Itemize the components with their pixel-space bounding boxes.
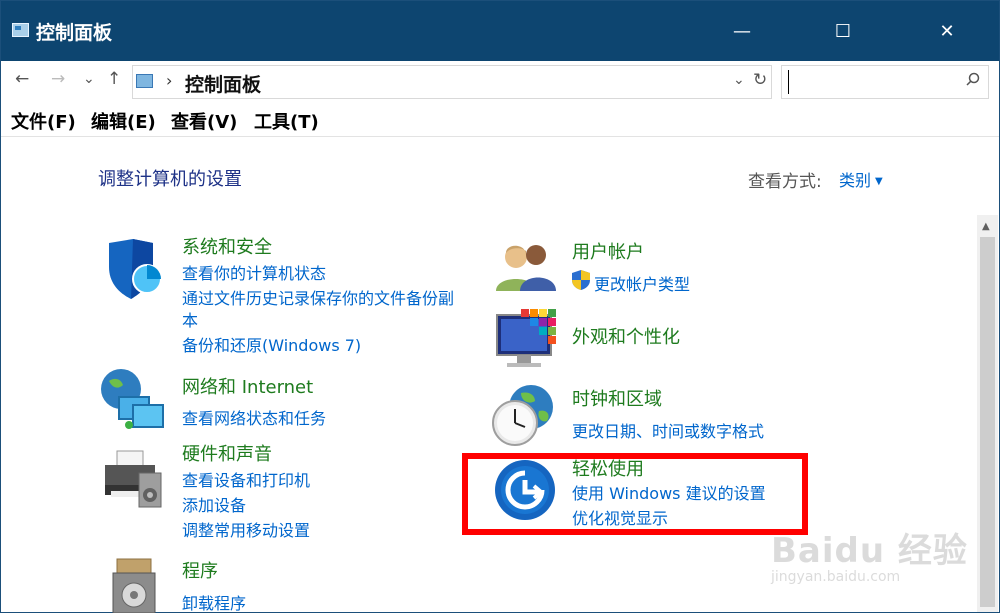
category-system-security[interactable]: 系统和安全 <box>182 233 272 259</box>
category-user-accounts[interactable]: 用户帐户 <box>572 238 644 264</box>
printer-icon[interactable] <box>101 447 165 511</box>
link-change-account-type[interactable]: 更改帐户类型 <box>594 271 690 295</box>
scrollbar-thumb[interactable] <box>980 237 995 607</box>
shield-icon[interactable] <box>101 237 165 301</box>
highlight-box <box>462 453 808 535</box>
control-panel-window: 控制面板 — ☐ ✕ ← → ⌄ ↑ › 控制面板 ⌄ ↻ 文件(F) 编辑(E… <box>0 0 1000 613</box>
link-file-history-backup[interactable]: 通过文件历史记录保存你的文件备份副 <box>182 285 454 309</box>
link-view-computer-status[interactable]: 查看你的计算机状态 <box>182 260 326 284</box>
menu-edit[interactable]: 编辑(E) <box>91 108 156 134</box>
link-file-history-backup-wrap[interactable]: 本 <box>182 307 198 331</box>
minimize-button[interactable]: — <box>716 1 768 61</box>
view-by-value: 类别 <box>839 171 872 190</box>
search-icon[interactable] <box>966 72 980 86</box>
window-title: 控制面板 <box>36 22 113 44</box>
category-clock-region[interactable]: 时钟和区域 <box>572 385 662 411</box>
search-box[interactable] <box>781 65 989 99</box>
refresh-button[interactable]: ↻ <box>753 70 767 90</box>
category-programs[interactable]: 程序 <box>182 557 218 583</box>
page-heading: 调整计算机的设置 <box>98 169 242 190</box>
programs-icon[interactable] <box>107 557 161 613</box>
watermark-url: jingyan.baidu.com <box>771 569 901 585</box>
link-uninstall-program[interactable]: 卸载程序 <box>182 590 246 613</box>
vertical-scrollbar[interactable]: ▲ <box>977 215 998 612</box>
link-mobility-settings[interactable]: 调整常用移动设置 <box>182 517 310 541</box>
breadcrumb-separator[interactable]: › <box>166 71 172 90</box>
link-devices-printers[interactable]: 查看设备和打印机 <box>182 467 310 491</box>
up-button[interactable]: ↑ <box>107 69 121 89</box>
address-bar[interactable]: › 控制面板 ⌄ ↻ <box>132 65 772 99</box>
watermark-text: Baidu 经验 <box>771 531 968 571</box>
category-hardware-sound[interactable]: 硬件和声音 <box>182 440 272 466</box>
view-by-label: 查看方式: <box>748 172 822 192</box>
clock-globe-icon[interactable] <box>491 383 557 447</box>
address-dropdown-button[interactable]: ⌄ <box>733 72 745 88</box>
link-network-status[interactable]: 查看网络状态和任务 <box>182 405 326 429</box>
view-by-dropdown[interactable]: 类别 ▼ <box>839 167 883 191</box>
maximize-button[interactable]: ☐ <box>817 1 869 61</box>
forward-button[interactable]: → <box>51 69 65 89</box>
uac-shield-icon <box>572 270 590 290</box>
users-icon[interactable] <box>494 239 558 293</box>
menu-file[interactable]: 文件(F) <box>11 108 76 134</box>
network-globe-icon[interactable] <box>99 367 167 431</box>
monitor-colors-icon[interactable] <box>495 307 557 369</box>
close-button[interactable]: ✕ <box>921 1 973 61</box>
category-appearance-personalization[interactable]: 外观和个性化 <box>572 323 680 349</box>
link-backup-restore[interactable]: 备份和还原(Windows 7) <box>182 332 361 356</box>
link-add-device[interactable]: 添加设备 <box>182 492 246 516</box>
menu-view[interactable]: 查看(V) <box>171 108 237 134</box>
menu-bar: 文件(F) 编辑(E) 查看(V) 工具(T) <box>1 103 999 137</box>
link-change-date-time-format[interactable]: 更改日期、时间或数字格式 <box>572 418 764 442</box>
category-network-internet[interactable]: 网络和 Internet <box>182 373 313 399</box>
recent-locations-button[interactable]: ⌄ <box>83 71 95 87</box>
menu-tools[interactable]: 工具(T) <box>254 108 319 134</box>
title-bar: 控制面板 — ☐ ✕ <box>1 1 999 61</box>
baidu-watermark: Baidu 经验 jingyan.baidu.com <box>771 511 971 601</box>
control-panel-icon <box>136 74 153 88</box>
search-input[interactable] <box>788 70 958 94</box>
breadcrumb-control-panel[interactable]: 控制面板 <box>185 70 261 97</box>
caret-down-icon: ▼ <box>875 176 883 187</box>
scroll-up-arrow-icon[interactable]: ▲ <box>982 221 990 232</box>
back-button[interactable]: ← <box>15 69 29 89</box>
control-panel-icon <box>12 23 29 37</box>
address-row: ← → ⌄ ↑ › 控制面板 ⌄ ↻ <box>1 61 999 103</box>
